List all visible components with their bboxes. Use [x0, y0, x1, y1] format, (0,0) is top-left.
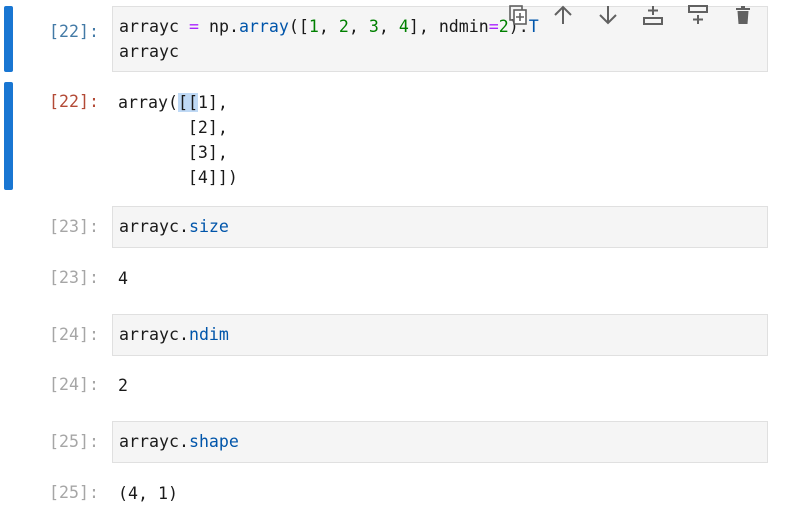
code-token: arrayc [119, 217, 179, 236]
code-editor[interactable]: arrayc.shape [112, 421, 768, 463]
move-down-button[interactable] [593, 2, 623, 28]
active-cell-indicator[interactable] [4, 6, 13, 72]
insert-cell-above-button[interactable] [638, 2, 668, 28]
output-area-24: [24]: 2 [0, 371, 787, 401]
output-text: (4, 1) [118, 484, 178, 503]
output-area-25: [25]: (4, 1) [0, 479, 787, 509]
code-token: np [208, 17, 229, 36]
duplicate-cell-button[interactable] [503, 2, 533, 28]
output-prompt: [22]: [49, 92, 99, 111]
output-line: [4]]) [118, 168, 238, 187]
code-line: arrayc.size [119, 215, 229, 239]
code-token: . [178, 432, 189, 451]
output-line: [2], [118, 118, 228, 137]
insert-cell-above-icon [643, 6, 663, 25]
code-token: . [178, 217, 189, 236]
output-line: [3], [118, 143, 228, 162]
output-prompt: [25]: [49, 483, 99, 502]
code-token: , [348, 17, 369, 36]
code-cell-24[interactable]: [24]: arrayc.ndim [0, 314, 787, 356]
matching-bracket-highlight: [[ [177, 93, 198, 112]
code-token: . [228, 17, 239, 36]
output-prompt: [24]: [49, 375, 99, 394]
code-token: 4 [398, 17, 409, 36]
code-token: ], [408, 17, 439, 36]
move-up-button[interactable] [548, 2, 578, 28]
code-line: arrayc.shape [119, 430, 239, 454]
input-prompt: [24]: [49, 325, 99, 344]
input-prompt: [25]: [49, 432, 99, 451]
code-token: = [188, 17, 199, 36]
output-area-22: [22]: array([[1], [2], [3], [4]]) [0, 82, 787, 190]
code-token: size [188, 217, 229, 236]
output-collapser[interactable] [4, 82, 13, 190]
code-token: ndim [188, 325, 229, 344]
code-token: shape [188, 432, 239, 451]
output-text: array([[1], [2], [3], [4]]) [118, 90, 238, 190]
code-token: ndmin [438, 17, 489, 36]
code-token: 1 [308, 17, 319, 36]
code-token: array [238, 17, 289, 36]
output-text: 4 [118, 269, 128, 288]
move-down-icon [599, 6, 617, 25]
delete-cell-button[interactable] [728, 2, 758, 28]
code-token: 2 [338, 17, 349, 36]
output-area-23: [23]: 4 [0, 264, 787, 294]
output-token: 1], [197, 93, 228, 112]
code-line: arrayc.ndim [119, 323, 229, 347]
move-up-icon [554, 5, 572, 24]
insert-cell-below-button[interactable] [683, 2, 713, 28]
notebook: [22]: arrayc = np.array([1, 2, 3, 4], nd… [0, 0, 787, 516]
code-token: , [378, 17, 399, 36]
output-token: array( [118, 93, 178, 112]
code-editor[interactable]: arrayc.size [112, 206, 768, 248]
code-editor[interactable]: arrayc.ndim [112, 314, 768, 356]
code-token: , [318, 17, 339, 36]
code-cell-23[interactable]: [23]: arrayc.size [0, 206, 787, 248]
code-line: arrayc [119, 42, 179, 61]
code-token: 3 [368, 17, 379, 36]
output-prompt: [23]: [49, 268, 99, 287]
code-token: ([ [288, 17, 309, 36]
input-prompt: [23]: [49, 217, 99, 236]
delete-cell-icon [736, 6, 750, 24]
insert-cell-below-icon [688, 5, 708, 24]
code-token: arrayc [119, 325, 179, 344]
input-prompt: [22]: [49, 22, 99, 41]
code-token: arrayc [119, 432, 179, 451]
code-token: . [178, 325, 189, 344]
output-text: 2 [118, 376, 128, 395]
duplicate-cell-icon [509, 5, 527, 25]
code-token: = [488, 17, 499, 36]
code-cell-25[interactable]: [25]: arrayc.shape [0, 421, 787, 463]
code-line: arrayc = np.array([1, 2, 3, 4], ndmin=2)… [119, 15, 539, 39]
code-token: arrayc [119, 17, 179, 36]
cell-toolbar [503, 0, 773, 30]
